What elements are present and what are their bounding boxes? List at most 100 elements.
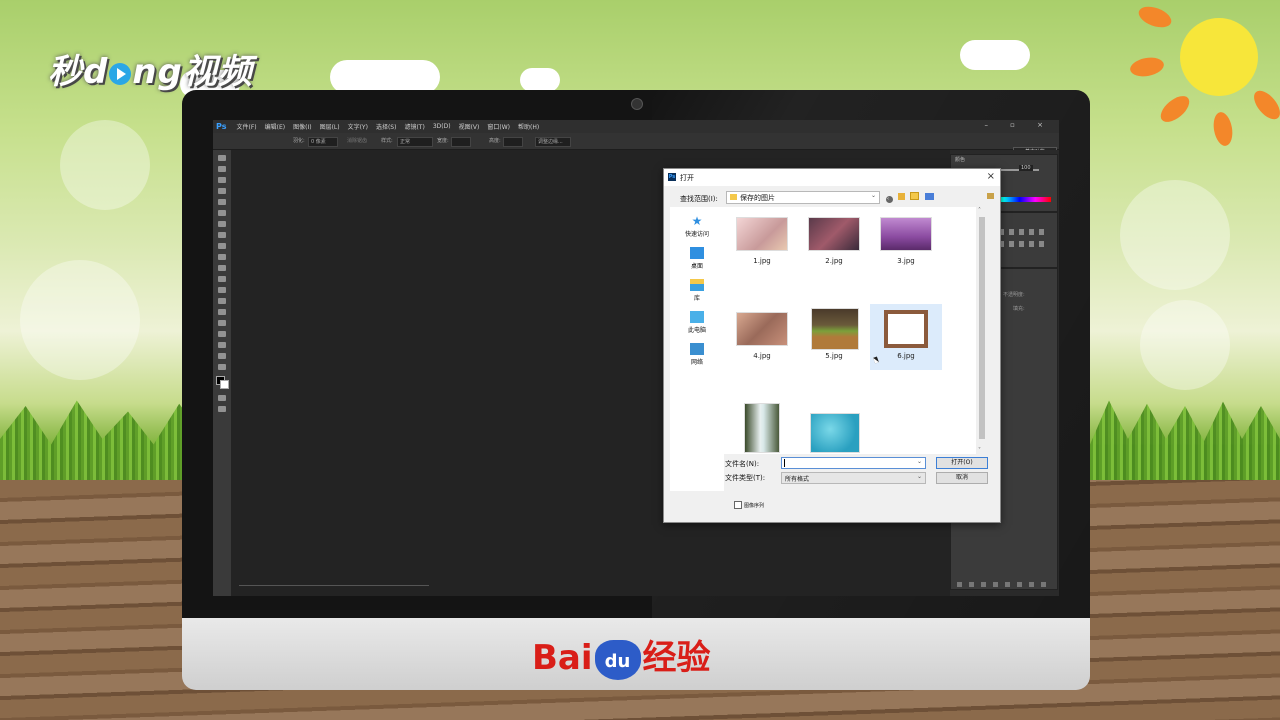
sun-ray <box>1211 110 1235 148</box>
menu-file[interactable]: 文件(F) <box>232 122 260 131</box>
open-button[interactable]: 打开(O) <box>936 457 988 469</box>
zoom-tool-icon[interactable] <box>218 364 226 370</box>
new-folder-icon[interactable] <box>910 192 920 200</box>
brush-tool-icon[interactable] <box>218 232 226 238</box>
file-item[interactable] <box>798 397 870 463</box>
filename-label: 文件名(N): <box>725 460 760 468</box>
chevron-down-icon[interactable]: ⌄ <box>917 458 922 465</box>
place-quick-access[interactable]: ★ 快速访问 <box>670 215 724 238</box>
healing-tool-icon[interactable] <box>218 221 226 227</box>
up-folder-icon[interactable] <box>898 193 906 200</box>
back-icon[interactable]: ‹ <box>886 196 893 203</box>
filetype-value: 所有格式 <box>785 476 810 483</box>
eraser-tool-icon[interactable] <box>218 265 226 271</box>
place-network[interactable]: 网络 <box>670 343 724 366</box>
menu-type[interactable]: 文字(Y) <box>344 122 372 131</box>
look-in-label: 查找范围(I): <box>680 195 718 203</box>
cancel-button[interactable]: 取消 <box>936 472 988 484</box>
cloud <box>520 68 560 92</box>
move-tool-icon[interactable] <box>218 155 226 161</box>
scrollbar-thumb[interactable] <box>979 217 985 439</box>
file-name: 2.jpg <box>825 257 843 265</box>
fill-label: 填充: <box>1013 306 1025 312</box>
hand-tool-icon[interactable] <box>218 353 226 359</box>
file-item[interactable]: 3.jpg <box>870 209 942 275</box>
place-library[interactable]: 库 <box>670 279 724 302</box>
feather-input[interactable]: 0 像素 <box>308 137 338 147</box>
baidu-jingyan-logo: Bai du 经验 <box>532 638 711 680</box>
open-file-dialog: Ps 打开 × 查找范围(I): 保存的图片 ⌄ ‹ ★ 快速访问 桌面 库 此… <box>663 168 1001 523</box>
desktop-icon <box>690 247 704 259</box>
stamp-tool-icon[interactable] <box>218 243 226 249</box>
style-select[interactable]: 正常 <box>397 137 433 147</box>
refine-edge-button[interactable]: 调整边缘... <box>535 137 571 147</box>
monitor: Ps 文件(F) 编辑(E) 图像(I) 图层(L) 文字(Y) 选择(S) 滤… <box>182 90 1090 690</box>
path-select-tool-icon[interactable] <box>218 331 226 337</box>
marquee-tool-icon[interactable] <box>218 166 226 172</box>
screen-mode-icon[interactable] <box>218 406 226 412</box>
file-item[interactable]: 1.jpg <box>726 209 798 275</box>
color-swatches[interactable] <box>216 376 231 390</box>
layers-footer-icons[interactable] <box>957 582 1051 587</box>
menu-help[interactable]: 帮助(H) <box>514 122 543 131</box>
menu-filter[interactable]: 滤镜(T) <box>400 122 428 131</box>
menu-layer[interactable]: 图层(L) <box>316 122 344 131</box>
color-slider-value[interactable]: 100 <box>1019 165 1033 171</box>
history-brush-tool-icon[interactable] <box>218 254 226 260</box>
width-input[interactable] <box>451 137 471 147</box>
folder-action-icon[interactable] <box>987 193 994 199</box>
menu-select[interactable]: 选择(S) <box>372 122 401 131</box>
dialog-nav-toolbar: ‹ <box>886 192 934 203</box>
antialias-checkbox[interactable]: 消除锯齿 <box>347 137 367 144</box>
file-list-scrollbar[interactable]: ˄ ˅ <box>976 207 988 454</box>
style-label: 样式: <box>381 138 393 144</box>
dodge-tool-icon[interactable] <box>218 298 226 304</box>
place-this-pc[interactable]: 此电脑 <box>670 311 724 334</box>
text-caret <box>784 459 785 467</box>
photoshop-app-icon: Ps <box>216 122 227 131</box>
view-menu-icon[interactable] <box>924 193 934 200</box>
file-item-selected[interactable]: 6.jpg <box>870 304 942 370</box>
menu-window[interactable]: 窗口(W) <box>483 122 514 131</box>
background-color-swatch[interactable] <box>220 380 229 389</box>
file-item[interactable]: 2.jpg <box>798 209 870 275</box>
lasso-tool-icon[interactable] <box>218 177 226 183</box>
image-sequence-checkbox[interactable]: 图像序列 <box>734 501 764 509</box>
image-thumbnail <box>880 217 932 251</box>
height-input[interactable] <box>503 137 523 147</box>
place-desktop[interactable]: 桌面 <box>670 247 724 270</box>
file-item[interactable] <box>726 397 798 463</box>
quick-select-tool-icon[interactable] <box>218 188 226 194</box>
window-controls[interactable]: – ▫ × <box>984 121 1053 129</box>
chevron-down-icon: ⌄ <box>916 473 922 480</box>
quick-mask-icon[interactable] <box>218 395 226 401</box>
gradient-tool-icon[interactable] <box>218 276 226 282</box>
type-tool-icon[interactable] <box>218 320 226 326</box>
menu-image[interactable]: 图像(I) <box>289 122 315 131</box>
pen-tool-icon[interactable] <box>218 309 226 315</box>
feather-label: 羽化: <box>293 138 305 144</box>
menu-edit[interactable]: 编辑(E) <box>261 122 289 131</box>
blur-tool-icon[interactable] <box>218 287 226 293</box>
file-item[interactable]: 4.jpg <box>726 304 798 370</box>
menu-3d[interactable]: 3D(D) <box>429 123 455 130</box>
sun-ray <box>1156 91 1194 127</box>
chevron-down-icon: ⌄ <box>870 192 876 199</box>
scroll-down-icon[interactable]: ˅ <box>978 447 981 454</box>
menu-view[interactable]: 视图(V) <box>455 122 484 131</box>
checkbox-box[interactable] <box>734 501 742 509</box>
sun-ray <box>1128 55 1166 79</box>
close-icon[interactable]: × <box>987 171 995 182</box>
scroll-up-icon[interactable]: ˄ <box>978 207 981 214</box>
filetype-select[interactable]: 所有格式 ⌄ <box>781 472 926 484</box>
crop-tool-icon[interactable] <box>218 199 226 205</box>
height-label: 高度: <box>489 138 501 144</box>
eyedropper-tool-icon[interactable] <box>218 210 226 216</box>
filename-input[interactable]: ⌄ <box>781 457 926 469</box>
miaodong-logo: 秒d ng视频 <box>48 52 253 92</box>
shape-tool-icon[interactable] <box>218 342 226 348</box>
file-item[interactable]: 5.jpg <box>798 304 870 370</box>
file-name: 6.jpg <box>897 352 915 360</box>
look-in-dropdown[interactable]: 保存的图片 ⌄ <box>726 191 880 204</box>
bokeh-light <box>1120 180 1230 290</box>
